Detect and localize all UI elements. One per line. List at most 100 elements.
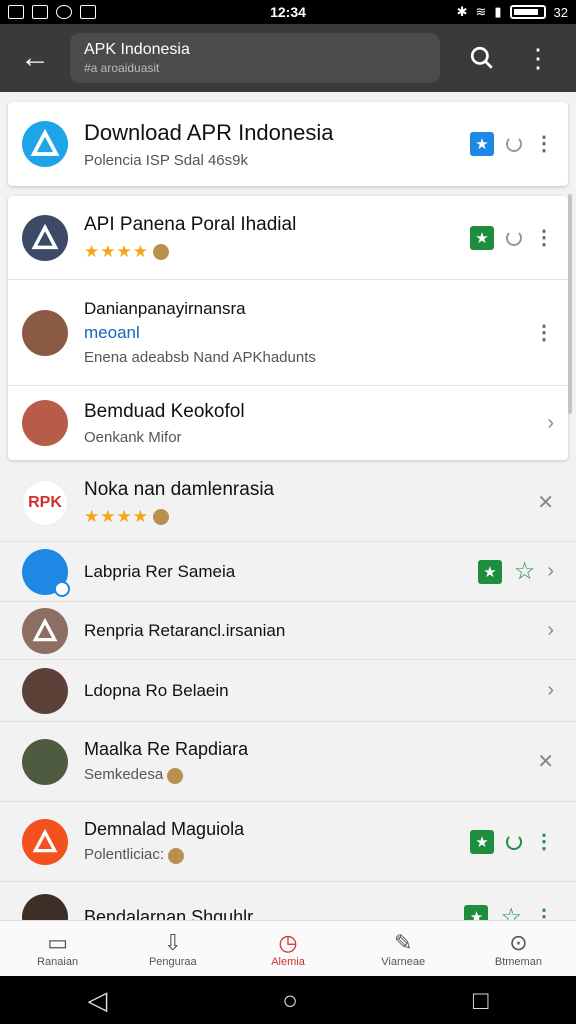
chevron-right-icon[interactable]: › [547,619,554,642]
item-subtitle: Semkedesa [84,766,537,784]
more-vert-icon[interactable]: ⋮ [534,832,554,852]
app-logo-icon [22,121,68,167]
more-vert-icon: ⋮ [525,42,551,73]
nav-label: Ranaian [37,955,79,968]
chevron-right-icon[interactable]: › [547,412,554,435]
nav-label: Alemia [271,955,305,968]
rating-stars: ★★★★ [84,506,149,526]
loading-spinner-icon [506,229,522,246]
avatar [22,738,68,785]
loading-spinner-icon [506,136,522,152]
star-outline-icon[interactable]: ☆ [514,557,536,586]
clock-icon: ◷ [278,929,298,955]
home-icon: ▭ [47,929,68,955]
rpk-logo-icon: RPK [22,479,68,526]
list-item[interactable]: Danianpanayirnansra meoanl Enena adeabsb… [8,280,568,386]
app-logo-icon [22,607,68,654]
bottom-navigation: ▭ Ranaian ⇩ Penguraa ◷ Alemia ✎ Viarneae… [0,920,576,976]
more-vert-icon[interactable]: ⋮ [534,228,554,248]
favorite-star-icon[interactable]: ★ [470,132,494,156]
favorite-star-icon[interactable]: ★ [470,829,494,854]
nav-item-alerts[interactable]: ◷ Alemia [230,921,345,976]
list-item[interactable]: Demnalad Maguiola Polentliciac: ★ ⋮ [0,802,576,882]
nav-item-more[interactable]: ⊙ Btmeman [461,921,576,976]
list-item[interactable]: Renpria Retarancl.irsanian › [0,602,576,660]
more-vert-icon[interactable]: ⋮ [534,134,554,154]
avatar [22,894,68,920]
avatar [22,309,68,356]
item-title: Noka nan damlenrasia [84,478,275,500]
back-triangle-icon[interactable]: ◁ [87,985,107,1016]
download-icon: ⇩ [163,929,183,955]
coin-icon [168,847,185,864]
item-link[interactable]: meoanl [84,323,534,343]
nav-label: Penguraa [148,955,197,968]
result-group-card: API Panena Poral Ihadial ★★★★ ★ ⋮ Danian… [8,196,568,460]
item-title: Bemduad Keokofol [84,400,245,422]
avatar [22,548,70,597]
loading-spinner-icon [506,833,522,850]
item-title: Danianpanayirnansra [84,299,246,318]
item-title: Bendalarnan Shguhlr [84,906,254,921]
search-query: APK Indonesia [84,41,190,58]
home-circle-icon[interactable]: ○ [282,985,298,1016]
close-icon[interactable]: ✕ [537,749,554,774]
coin-icon [152,244,169,261]
search-field[interactable]: APK Indonesia #a aroaiduasit [70,33,440,83]
scrollbar[interactable] [568,194,572,414]
results-list: Download APR Indonesia Polencia ISP Sdal… [0,92,576,920]
list-item[interactable]: Maalka Re Rapdiara Semkedesa ✕ [0,722,576,802]
nav-item-home[interactable]: ▭ Ranaian [0,921,115,976]
item-subtitle: Oenkank Mifor [84,428,182,446]
battery-icon [509,5,546,19]
status-bar: 12:34 ✱ ≋ ▮ 32 [0,0,576,24]
item-title: Labpria Rer Sameia [84,561,236,581]
avatar [22,400,68,446]
more-vert-icon[interactable]: ⋮ [534,323,554,343]
recents-square-icon[interactable]: □ [473,985,489,1016]
chevron-right-icon[interactable]: › [547,560,554,583]
nav-label: Viarneae [381,955,426,968]
search-icon [470,46,493,69]
back-button[interactable]: ← [0,24,70,92]
top-result-card[interactable]: Download APR Indonesia Polencia ISP Sdal… [8,102,568,186]
system-navigation-bar: ◁ ○ □ [0,976,576,1024]
play-circle-icon: ⊙ [509,929,528,955]
chevron-right-icon[interactable]: › [547,679,554,702]
more-vert-icon[interactable]: ⋮ [534,907,554,920]
avatar [22,667,68,714]
list-item[interactable]: Bendalarnan Shguhlr ★ ☆ ⋮ [0,882,576,920]
tools-icon: ✎ [393,929,413,955]
favorite-star-icon[interactable]: ★ [477,559,502,584]
item-title: Demnalad Maguiola [84,819,245,840]
app-bar: ← APK Indonesia #a aroaiduasit ⋮ [0,24,576,92]
coin-icon [167,767,184,784]
item-title: Ldopna Ro Belaein [84,680,229,700]
item-subtitle: Polentliciac: [84,846,470,864]
arrow-left-icon: ← [20,41,50,74]
list-item[interactable]: RPK Noka nan damlenrasia ★★★★ ✕ [0,464,576,542]
list-item[interactable]: Bemduad Keokofol Oenkank Mifor › [8,386,568,460]
search-subtitle: #a aroaiduasit [84,61,160,75]
search-button[interactable] [454,24,510,92]
star-outline-icon[interactable]: ☆ [500,903,522,921]
nav-item-tools[interactable]: ✎ Viarneae [346,921,461,976]
rating-stars: ★★★★ [84,241,149,261]
close-icon[interactable]: ✕ [537,490,554,515]
coin-icon [152,509,169,526]
list-item[interactable]: Ldopna Ro Belaein › [0,660,576,722]
clock: 12:34 [270,4,306,20]
nav-item-downloads[interactable]: ⇩ Penguraa [115,921,230,976]
item-title: API Panena Poral Ihadial [84,213,297,235]
item-title: Renpria Retarancl.irsanian [84,620,286,640]
favorite-star-icon[interactable]: ★ [464,905,489,920]
app-logo-icon [22,214,68,261]
item-subtitle: Enena adeabsb Nand APKhadunts [84,349,316,366]
app-logo-icon [22,818,68,865]
overflow-menu-button[interactable]: ⋮ [510,24,566,92]
favorite-star-icon[interactable]: ★ [470,225,494,250]
result-title: Download APR Indonesia [84,119,334,145]
list-item[interactable]: Labpria Rer Sameia ★ ☆ › [0,542,576,602]
nav-label: Btmeman [494,955,542,968]
list-item[interactable]: API Panena Poral Ihadial ★★★★ ★ ⋮ [8,196,568,280]
